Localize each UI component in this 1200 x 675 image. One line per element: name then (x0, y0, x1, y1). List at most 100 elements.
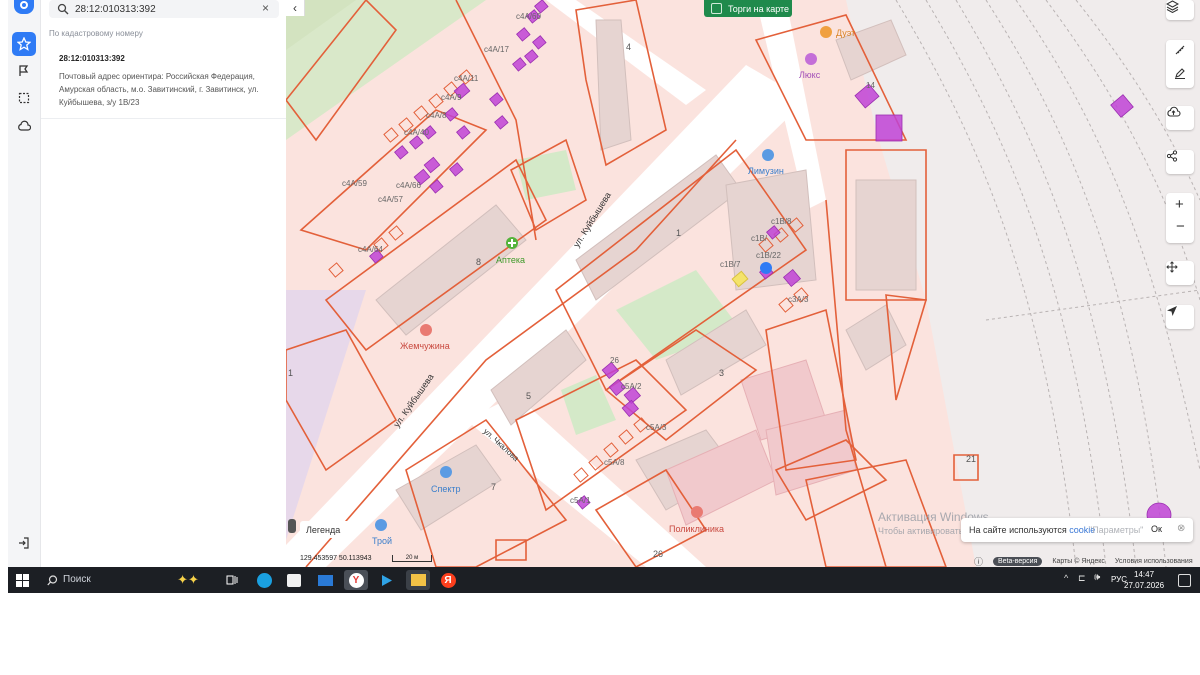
svg-text:с5А/2: с5А/2 (621, 382, 642, 391)
poi-limuzin[interactable]: Лимузин (748, 149, 784, 176)
cookie-close-icon[interactable]: ⊗ (1177, 523, 1185, 534)
windows-taskbar: Поиск ✦✦ Y Я ^ ⊏ 🕪 РУС 14:47 27.07.2026 (8, 567, 1200, 593)
svg-text:с4А/66: с4А/66 (396, 181, 421, 190)
taskbar-search-icon[interactable] (42, 570, 62, 590)
torgi-checkbox[interactable] (711, 3, 722, 14)
house-number-1b: 1 (288, 368, 293, 378)
cookie-banner: На сайте используются cookie "Параметры"… (961, 518, 1193, 542)
poi-lyuks[interactable]: Люкс (799, 53, 821, 80)
search-result-item[interactable]: 28:12:010313:392 Почтовый адрес ориентир… (41, 46, 286, 119)
edge-browser-icon[interactable] (254, 570, 274, 590)
svg-text:с4А/60: с4А/60 (516, 12, 541, 21)
app-logo-icon[interactable] (14, 0, 34, 14)
search-icon (57, 3, 69, 15)
collapse-panel-chevron-icon[interactable]: ‹ (286, 0, 305, 16)
svg-text:с4А/11: с4А/11 (454, 74, 479, 83)
info-icon[interactable]: ⓘ (974, 555, 983, 567)
svg-text:с1В/7: с1В/7 (720, 260, 741, 269)
network-icon[interactable]: ⊏ (1078, 573, 1086, 584)
svg-text:с5А/3: с5А/3 (646, 423, 667, 432)
svg-text:с4А/8: с4А/8 (426, 111, 447, 120)
cookie-ok-button[interactable]: Ок (1151, 524, 1162, 534)
svg-text:с5А/8: с5А/8 (604, 458, 625, 467)
search-section-label: По кадастровому номеру (49, 29, 143, 38)
svg-text:Лимузин: Лимузин (748, 166, 784, 176)
map-canvas[interactable]: ул. Куйбышева ул. Куйбышева ул. Чкалова … (286, 0, 1200, 567)
svg-text:с3А/3: с3А/3 (788, 295, 809, 304)
cloud-upload-icon[interactable] (1166, 106, 1194, 130)
left-rail (8, 0, 41, 567)
sparkle-icon[interactable]: ✦✦ (177, 570, 199, 590)
cookie-text-wrap: На сайте используются cookie (969, 525, 1095, 535)
svg-text:с4А/64: с4А/64 (358, 245, 383, 254)
media-player-icon[interactable] (376, 570, 396, 590)
legend-button[interactable]: Легенда (300, 521, 356, 538)
house-number-7: 7 (491, 482, 496, 492)
zoom-controls: + − (1166, 193, 1194, 243)
torgi-toggle[interactable]: Торги на карте (704, 0, 792, 17)
house-number-8: 8 (476, 257, 481, 267)
selection-frame-icon[interactable] (12, 86, 36, 110)
clear-search-icon[interactable]: × (262, 1, 269, 15)
logout-icon[interactable] (12, 531, 36, 555)
svg-text:с4А/59: с4А/59 (342, 179, 367, 188)
result-cadastral-number: 28:12:010313:392 (59, 54, 125, 63)
search-box[interactable]: × (49, 0, 279, 18)
poi-duet[interactable]: Дуэт (820, 26, 855, 38)
windows-start-icon[interactable] (12, 570, 32, 590)
svg-text:14: 14 (866, 81, 875, 90)
taskbar-clock[interactable]: 14:47 27.07.2026 (1124, 569, 1164, 591)
task-view-icon[interactable] (222, 570, 242, 590)
svg-text:Люкс: Люкс (799, 70, 821, 80)
svg-text:Жемчужина: Жемчужина (400, 341, 450, 351)
svg-text:с1В/22: с1В/22 (756, 251, 781, 260)
file-explorer-icon[interactable] (406, 570, 430, 590)
tray-chevron-icon[interactable]: ^ (1064, 573, 1068, 583)
cloud-icon[interactable] (12, 114, 36, 138)
zoom-out-icon[interactable]: − (1176, 218, 1185, 235)
svg-text:Аптека: Аптека (496, 255, 525, 265)
poi-troy[interactable]: Трой (372, 519, 392, 546)
house-number-3: 3 (719, 368, 724, 378)
screen: × По кадастровому номеру 28:12:010313:39… (8, 0, 1200, 593)
mail-icon[interactable] (315, 570, 335, 590)
svg-text:Трой: Трой (372, 536, 392, 546)
yandex-browser-icon[interactable]: Y (344, 570, 368, 590)
location-pin-icon[interactable] (760, 262, 772, 274)
svg-text:с5А/1: с5А/1 (570, 496, 591, 505)
move-icon[interactable] (1166, 261, 1194, 285)
share-icon[interactable] (1166, 150, 1194, 174)
search-input[interactable] (75, 2, 245, 16)
svg-text:Спектр: Спектр (431, 484, 461, 494)
draw-tools-group (1166, 40, 1194, 88)
flag-icon[interactable] (12, 59, 36, 83)
house-number-1: 1 (676, 228, 681, 238)
yandex-icon[interactable]: Я (438, 570, 458, 590)
svg-text:с4А/57: с4А/57 (378, 195, 403, 204)
search-panel: × По кадастровому номеру 28:12:010313:39… (41, 0, 286, 567)
locate-icon[interactable] (1166, 305, 1194, 329)
layers-icon[interactable] (1166, 0, 1194, 20)
svg-text:с4А/17: с4А/17 (484, 45, 509, 54)
favorites-star-icon[interactable] (12, 32, 36, 56)
cookie-text: На сайте используются (969, 525, 1067, 535)
notification-icon[interactable] (1174, 570, 1194, 590)
watermark-tail: "Параметры" (1089, 525, 1144, 535)
svg-text:с1В/8: с1В/8 (771, 217, 792, 226)
zoom-in-icon[interactable]: + (1175, 196, 1184, 213)
map-coordinates: 129.453597 50.113943 (300, 555, 372, 562)
store-icon[interactable] (284, 570, 304, 590)
svg-text:с1В/: с1В/ (751, 234, 768, 243)
beta-badge: Beta-версия (993, 557, 1043, 566)
house-number-5: 5 (526, 391, 531, 401)
terms-link[interactable]: Условия использования (1115, 558, 1193, 565)
layer-toggle-pill[interactable] (288, 519, 296, 533)
map-view[interactable]: ул. Куйбышева ул. Куйбышева ул. Чкалова … (286, 0, 1200, 567)
clock-date: 27.07.2026 (1124, 581, 1165, 590)
volume-icon[interactable]: 🕪 (1094, 572, 1100, 583)
map-attribution: ⓘ Beta-версия Карты © Яндекс Условия исп… (974, 555, 1193, 567)
taskbar-search-label[interactable]: Поиск (63, 574, 91, 585)
torgi-label: Торги на карте (728, 3, 790, 14)
svg-text:26: 26 (610, 356, 619, 365)
attribution-text[interactable]: Карты © Яндекс (1052, 558, 1105, 565)
